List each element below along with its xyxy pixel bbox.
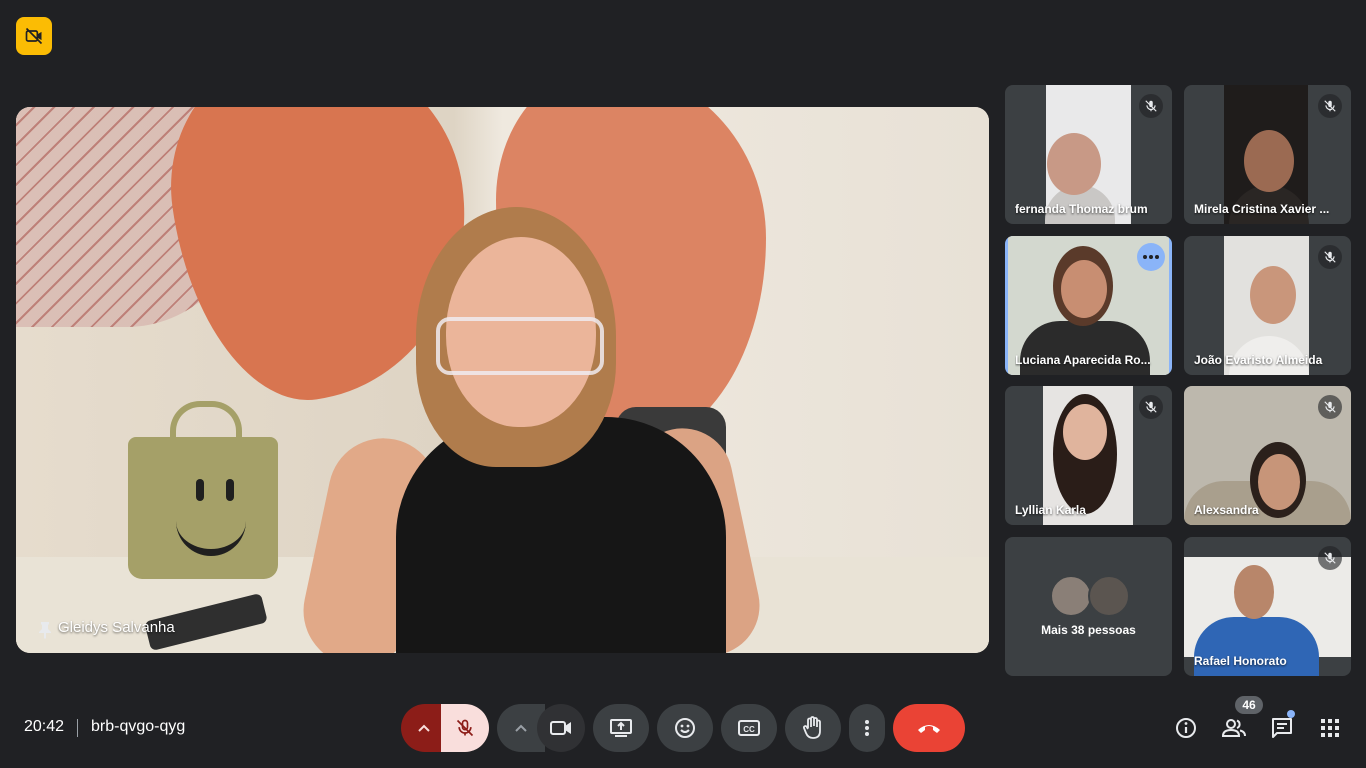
mic-off-icon [456,719,474,737]
reactions-button[interactable] [657,704,713,752]
more-options-button[interactable] [1137,243,1165,271]
more-vert-icon [865,720,869,736]
more-options-button[interactable] [849,704,885,752]
participant-name: fernanda Thomaz brum [1015,202,1148,216]
chat-icon [1272,718,1292,738]
participant-shape [1063,404,1107,460]
participant-name: Alexsandra [1194,503,1259,517]
mic-off-icon [1318,395,1342,419]
call-end-icon [918,725,940,733]
main-speaker-video[interactable]: Gleidys Salvanha [16,107,989,653]
apps-grid-icon [1321,719,1339,737]
chevron-up-icon [515,724,527,732]
people-icon [1222,719,1246,737]
chat-button[interactable] [1262,708,1302,748]
participant-name: Luciana Aparecida Ro... [1015,353,1151,367]
camera-off-badge[interactable] [16,17,52,55]
raise-hand-icon [803,716,821,739]
info-icon [1176,718,1196,738]
bag-eye-left [196,479,204,501]
participant-tile-joao[interactable]: João Evaristo Almeida [1184,236,1351,375]
camera-toggle-button[interactable] [537,704,585,752]
avatar [1050,575,1092,617]
closed-captions-icon: CC [738,720,760,736]
camera-off-icon [25,27,43,45]
chat-notification-dot [1287,710,1295,718]
mic-off-icon [1318,94,1342,118]
meeting-time: 20:42 [24,718,65,735]
participant-shape [1234,565,1274,619]
audio-options-button[interactable] [401,704,446,752]
participant-name: João Evaristo Almeida [1194,353,1323,367]
raise-hand-button[interactable] [785,704,841,752]
participant-shape [1047,133,1101,195]
captions-button[interactable]: CC [721,704,777,752]
meeting-code: brb-qvgo-qyg [91,718,186,735]
people-count-badge: 46 [1235,696,1263,714]
meeting-details-button[interactable] [1166,708,1206,748]
participant-name: Rafael Honorato [1194,654,1287,668]
activities-button[interactable] [1310,708,1350,748]
participant-shape [1258,454,1300,510]
others-count-label: Mais 38 pessoas [1041,623,1136,637]
avatar [1088,575,1130,617]
participant-tile-luciana[interactable]: Luciana Aparecida Ro... [1005,236,1172,375]
bag-eye-right [226,479,234,501]
participant-tile-lyllian[interactable]: Lyllian Karla [1005,386,1172,525]
others-tile[interactable]: Mais 38 pessoas [1005,537,1172,676]
speaker-glasses [436,317,604,375]
mic-off-icon [1139,395,1163,419]
participant-tile-fernanda[interactable]: fernanda Thomaz brum [1005,85,1172,224]
more-horiz-icon [1143,255,1159,259]
participant-shape [1244,130,1294,192]
mic-off-icon [1139,94,1163,118]
main-speaker-name: Gleidys Salvanha [58,619,175,636]
microphone-toggle-button[interactable] [441,704,489,752]
pin-icon[interactable] [38,621,52,644]
emoji-icon [675,718,695,738]
divider [77,719,78,737]
mic-off-icon [1318,546,1342,570]
videocam-icon [550,721,571,735]
leave-call-button[interactable] [893,704,965,752]
smiley-bag [128,401,278,579]
present-screen-icon [610,719,632,737]
svg-text:CC: CC [743,725,755,734]
present-now-button[interactable] [593,704,649,752]
others-avatars [1050,575,1130,617]
participant-name: Mirela Cristina Xavier ... [1194,202,1330,216]
participant-tile-rafael[interactable]: Rafael Honorato [1184,537,1351,676]
participant-tile-mirela[interactable]: Mirela Cristina Xavier ... [1184,85,1351,224]
chevron-up-icon [417,724,430,732]
participant-tile-alexsandra[interactable]: Alexsandra [1184,386,1351,525]
mic-off-icon [1318,245,1342,269]
people-button[interactable] [1214,708,1254,748]
participant-name: Lyllian Karla [1015,503,1086,517]
participant-shape [1250,266,1296,324]
participant-shape [1061,260,1107,318]
